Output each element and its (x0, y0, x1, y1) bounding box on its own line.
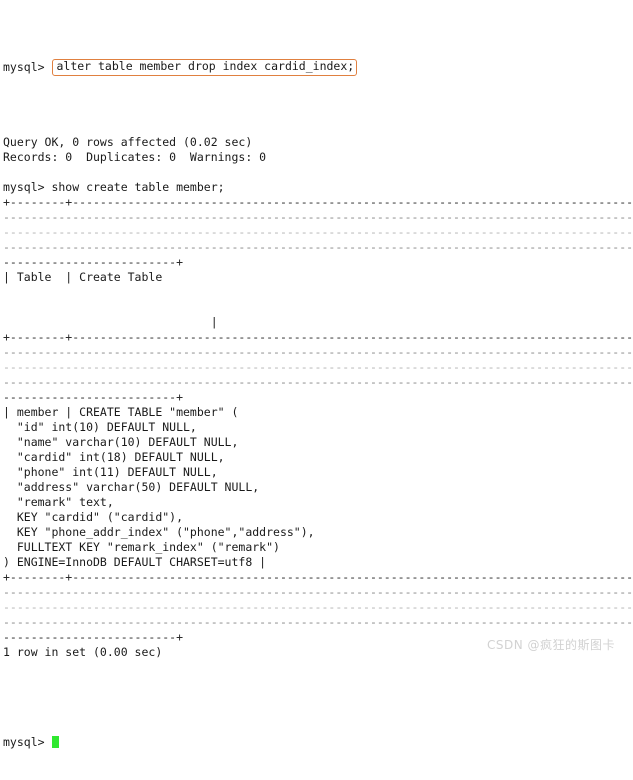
terminal-line-rule-bot-4: ----------------------------------------… (3, 615, 633, 629)
terminal-line-rule-top-1: +--------+------------------------------… (3, 195, 633, 209)
mysql-terminal[interactable]: mysql> alter table member drop index car… (0, 0, 633, 749)
terminal-line-header-row-tail: | (3, 315, 218, 329)
terminal-line-rule-mid-2: ----------------------------------------… (3, 345, 633, 359)
terminal-line-rule-mid-3: ----------------------------------------… (3, 360, 633, 374)
terminal-line-ddl-6: "address" varchar(50) DEFAULT NULL, (3, 480, 260, 494)
text-cursor (52, 735, 60, 748)
terminal-line-alter-result-1: Query OK, 0 rows affected (0.02 sec) (3, 135, 253, 149)
terminal-line-ddl-5: "phone" int(11) DEFAULT NULL, (3, 465, 218, 479)
terminal-line-ddl-9: KEY "phone_addr_index" ("phone","address… (3, 525, 315, 539)
csdn-watermark: CSDN @疯狂的斯图卡 (486, 638, 615, 652)
highlighted-command-text: alter table member drop index cardid_ind… (56, 59, 355, 73)
terminal-line-rule-bot-2: ----------------------------------------… (3, 585, 633, 599)
terminal-line-blank-2 (0, 285, 633, 300)
terminal-line-blank-4 (0, 660, 633, 675)
terminal-line-show-create-command: mysql> show create table member; (3, 180, 225, 194)
terminal-line-ddl-2: "id" int(10) DEFAULT NULL, (3, 420, 197, 434)
terminal-line-rule-top-4: ----------------------------------------… (3, 240, 633, 254)
terminal-line-blank-3 (0, 300, 633, 315)
terminal-line-ddl-8: KEY "cardid" ("cardid"), (3, 510, 184, 524)
shell-prompt: mysql> (3, 60, 52, 74)
terminal-line-alter-result-2: Records: 0 Duplicates: 0 Warnings: 0 (3, 150, 267, 164)
terminal-line-ddl-3: "name" varchar(10) DEFAULT NULL, (3, 435, 239, 449)
terminal-line-rule-bot-3: ----------------------------------------… (3, 600, 633, 614)
terminal-line-header-row: | Table | Create Table (3, 270, 163, 284)
final-prompt-line: mysql> (0, 735, 633, 750)
terminal-line-rule-mid-1: +--------+------------------------------… (3, 330, 633, 344)
terminal-line-rule-mid-4: ----------------------------------------… (3, 375, 633, 389)
highlighted-command-box[interactable]: alter table member drop index cardid_ind… (52, 59, 358, 76)
terminal-line-ddl-4: "cardid" int(18) DEFAULT NULL, (3, 450, 225, 464)
terminal-line-rule-top-3: ----------------------------------------… (3, 225, 633, 239)
terminal-line-rule-bot-1: +--------+------------------------------… (3, 570, 633, 584)
terminal-line-rule-top-5: -------------------------+ (3, 255, 184, 269)
terminal-line-ddl-11: ) ENGINE=InnoDB DEFAULT CHARSET=utf8 | (3, 555, 267, 569)
terminal-line-ddl-1: | member | CREATE TABLE "member" ( (3, 405, 239, 419)
terminal-line-ddl-10: FULLTEXT KEY "remark_index" ("remark") (3, 540, 280, 554)
terminal-line-ddl-7: "remark" text, (3, 495, 114, 509)
terminal-line-blank-1 (0, 165, 633, 180)
terminal-output: Query OK, 0 rows affected (0.02 sec) Reco… (0, 135, 633, 675)
final-prompt-text: mysql> (3, 735, 52, 749)
command-line-highlighted: mysql> alter table member drop index car… (0, 59, 633, 76)
terminal-line-rule-top-2: ----------------------------------------… (3, 210, 633, 224)
terminal-line-rule-mid-5: -------------------------+ (3, 390, 184, 404)
